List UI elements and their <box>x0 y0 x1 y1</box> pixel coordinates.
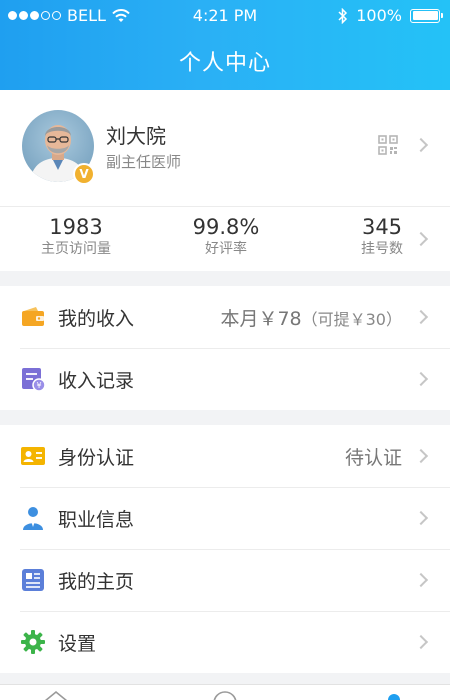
my-income-value: 本月￥78（可提￥30） <box>220 304 402 331</box>
identity-label: 身份认证 <box>58 447 135 469</box>
tab-bar <box>0 684 450 700</box>
verified-badge: V <box>73 163 95 185</box>
income-records-icon: ¥ <box>22 368 46 392</box>
stats-bar[interactable]: 1983 主页访问量 99.8% 好评率 345 挂号数 <box>0 206 450 271</box>
chevron-right-icon <box>413 309 429 325</box>
svg-text:¥: ¥ <box>36 381 41 390</box>
chevron-right-icon <box>413 371 429 387</box>
profile-card[interactable]: V 刘大院 副主任医师 <box>0 90 450 206</box>
qr-code-icon[interactable] <box>378 135 398 155</box>
bluetooth-icon <box>338 7 348 24</box>
id-card-icon <box>21 447 45 465</box>
wallet-icon <box>22 307 44 326</box>
battery-icon <box>410 8 443 23</box>
menu-career-info[interactable]: 职业信息 <box>0 487 450 549</box>
tab-home-icon <box>44 690 68 700</box>
stat-registrations[interactable]: 345 挂号数 <box>340 215 424 259</box>
stat-rating-label: 好评率 <box>205 241 247 257</box>
tab-profile-icon <box>388 694 400 700</box>
doctor-name: 刘大院 <box>106 124 166 148</box>
page-title: 个人中心 <box>178 51 271 76</box>
menu-identity-verification[interactable]: 身份认证 待认证 <box>0 425 450 487</box>
profile-menu-section: 身份认证 待认证 职业信息 我的主页 设置 <box>0 425 450 673</box>
income-section: 我的收入 本月￥78（可提￥30） ¥ 收入记录 <box>0 286 450 410</box>
stat-visits-value: 1983 <box>49 215 103 239</box>
status-right: 100% <box>338 6 443 25</box>
tab-bar-icons <box>44 690 400 700</box>
menu-my-homepage[interactable]: 我的主页 <box>0 549 450 611</box>
profile-chevron-icon <box>413 137 429 153</box>
header: BELL 4:21 PM 100% 个人中心 <box>0 0 450 90</box>
settings-label: 设置 <box>58 633 97 655</box>
homepage-doc-icon <box>22 569 44 591</box>
identity-status: 待认证 <box>344 447 402 469</box>
doctor-title: 副主任医师 <box>106 153 182 171</box>
menu-income-records[interactable]: ¥ 收入记录 <box>0 348 450 410</box>
income-withdrawable: （可提￥30） <box>301 310 402 329</box>
chevron-right-icon <box>413 572 429 588</box>
chevron-right-icon <box>413 634 429 650</box>
doctor-person-icon <box>23 507 43 530</box>
chevron-right-icon <box>413 510 429 526</box>
tab-messages-icon <box>213 691 237 700</box>
gear-icon <box>21 630 45 654</box>
career-label: 职业信息 <box>58 509 135 531</box>
battery-percent: 100% <box>356 6 402 25</box>
stat-visits-label: 主页访问量 <box>41 241 111 257</box>
status-bar: BELL 4:21 PM 100% <box>0 0 450 32</box>
chevron-right-icon <box>413 448 429 464</box>
menu-settings[interactable]: 设置 <box>0 611 450 673</box>
income-month-amount: 本月￥78 <box>220 308 302 330</box>
stat-rating[interactable]: 99.8% 好评率 <box>178 215 274 259</box>
stat-rating-value: 99.8% <box>192 215 260 239</box>
menu-my-income[interactable]: 我的收入 本月￥78（可提￥30） <box>0 286 450 348</box>
stat-registrations-value: 345 <box>361 215 403 239</box>
stat-visits[interactable]: 1983 主页访问量 <box>28 215 124 259</box>
stat-registrations-label: 挂号数 <box>361 241 403 257</box>
homepage-label: 我的主页 <box>58 571 135 593</box>
income-records-label: 收入记录 <box>58 370 135 392</box>
my-income-label: 我的收入 <box>58 308 135 330</box>
